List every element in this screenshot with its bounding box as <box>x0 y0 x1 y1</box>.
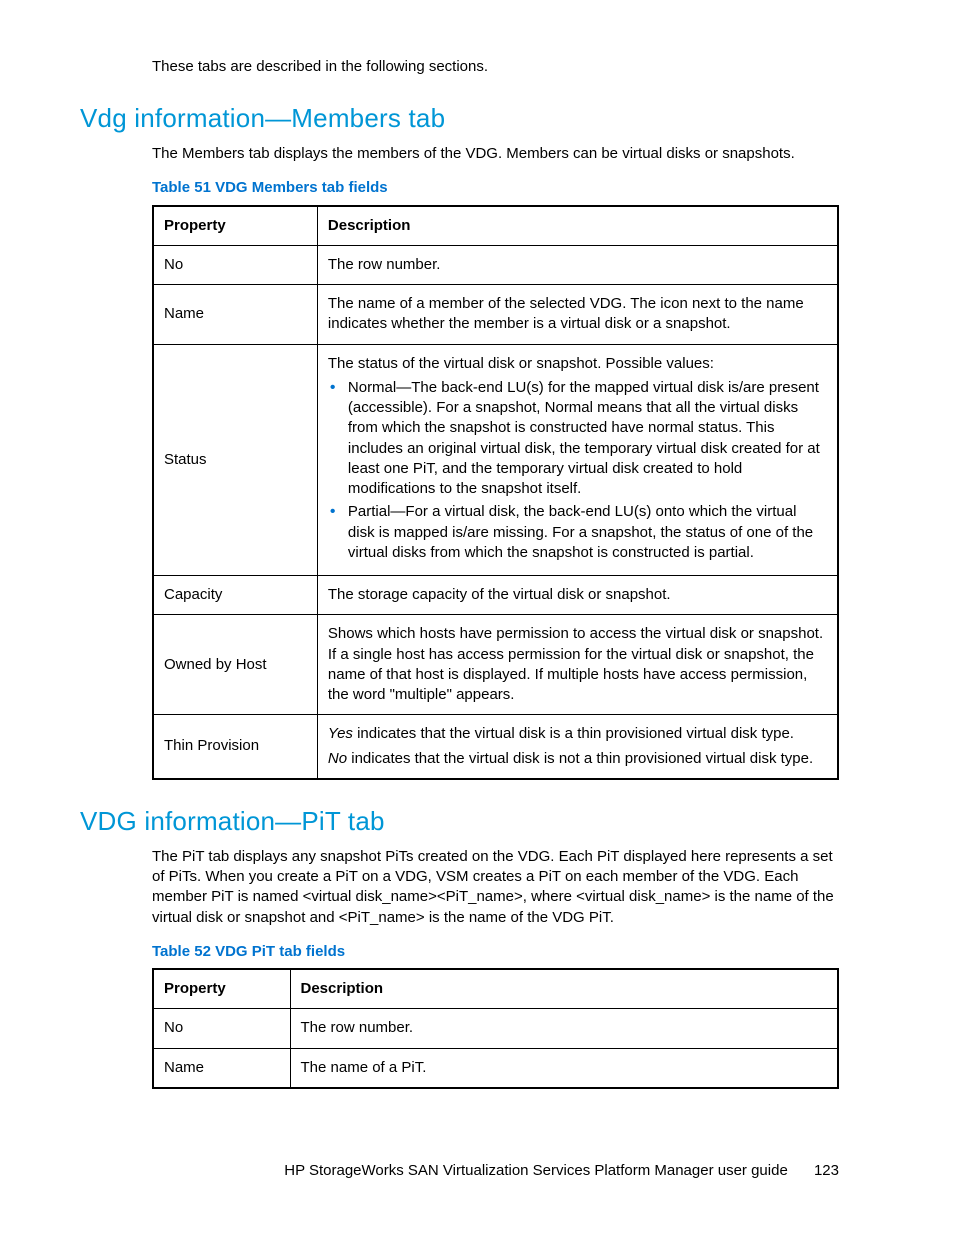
section-heading-members: Vdg information—Members tab <box>80 103 839 134</box>
table-row: Capacity The storage capacity of the vir… <box>153 576 838 615</box>
table-row: Status The status of the virtual disk or… <box>153 344 838 576</box>
cell-description: The name of a PiT. <box>290 1048 838 1088</box>
cell-property: Capacity <box>153 576 317 615</box>
th-property: Property <box>153 206 317 246</box>
section1-body: The Members tab displays the members of … <box>152 144 839 164</box>
table-members: Property Description No The row number. … <box>152 205 839 780</box>
yes-word: Yes <box>328 725 353 742</box>
status-bullet-normal: Normal—The back-end LU(s) for the mapped… <box>328 378 827 500</box>
cell-property: No <box>153 245 317 284</box>
cell-description: Shows which hosts have permission to acc… <box>317 615 838 715</box>
table-row: Thin Provision Yes indicates that the vi… <box>153 715 838 779</box>
footer-title: HP StorageWorks SAN Virtualization Servi… <box>284 1162 788 1179</box>
table-header-row: Property Description <box>153 206 838 246</box>
table51-caption: Table 51 VDG Members tab fields <box>152 178 839 198</box>
section-heading-pit: VDG information—PiT tab <box>80 806 839 837</box>
section2-body: The PiT tab displays any snapshot PiTs c… <box>152 847 839 928</box>
yes-rest: indicates that the virtual disk is a thi… <box>353 725 794 742</box>
table-pit: Property Description No The row number. … <box>152 968 839 1089</box>
cell-property: No <box>153 1009 290 1048</box>
th-description: Description <box>290 969 838 1009</box>
page-number: 123 <box>814 1162 839 1179</box>
table-header-row: Property Description <box>153 969 838 1009</box>
table-row: No The row number. <box>153 1009 838 1048</box>
no-rest: indicates that the virtual disk is not a… <box>347 750 813 767</box>
status-bullet-partial: Partial—For a virtual disk, the back-end… <box>328 502 827 563</box>
cell-description: The row number. <box>290 1009 838 1048</box>
table52-caption: Table 52 VDG PiT tab fields <box>152 942 839 962</box>
table-row: Owned by Host Shows which hosts have per… <box>153 615 838 715</box>
cell-property: Owned by Host <box>153 615 317 715</box>
cell-description: Yes indicates that the virtual disk is a… <box>317 715 838 779</box>
status-lead: The status of the virtual disk or snapsh… <box>328 355 714 372</box>
table-row: Name The name of a member of the selecte… <box>153 285 838 345</box>
cell-property: Name <box>153 285 317 345</box>
cell-property: Name <box>153 1048 290 1088</box>
cell-description: The name of a member of the selected VDG… <box>317 285 838 345</box>
no-word: No <box>328 750 347 767</box>
th-property: Property <box>153 969 290 1009</box>
page-footer: HP StorageWorks SAN Virtualization Servi… <box>284 1162 839 1179</box>
table-row: No The row number. <box>153 245 838 284</box>
table-row: Name The name of a PiT. <box>153 1048 838 1088</box>
th-description: Description <box>317 206 838 246</box>
cell-description: The storage capacity of the virtual disk… <box>317 576 838 615</box>
cell-description: The status of the virtual disk or snapsh… <box>317 344 838 576</box>
intro-text: These tabs are described in the followin… <box>152 58 839 75</box>
cell-property: Status <box>153 344 317 576</box>
cell-property: Thin Provision <box>153 715 317 779</box>
cell-description: The row number. <box>317 245 838 284</box>
